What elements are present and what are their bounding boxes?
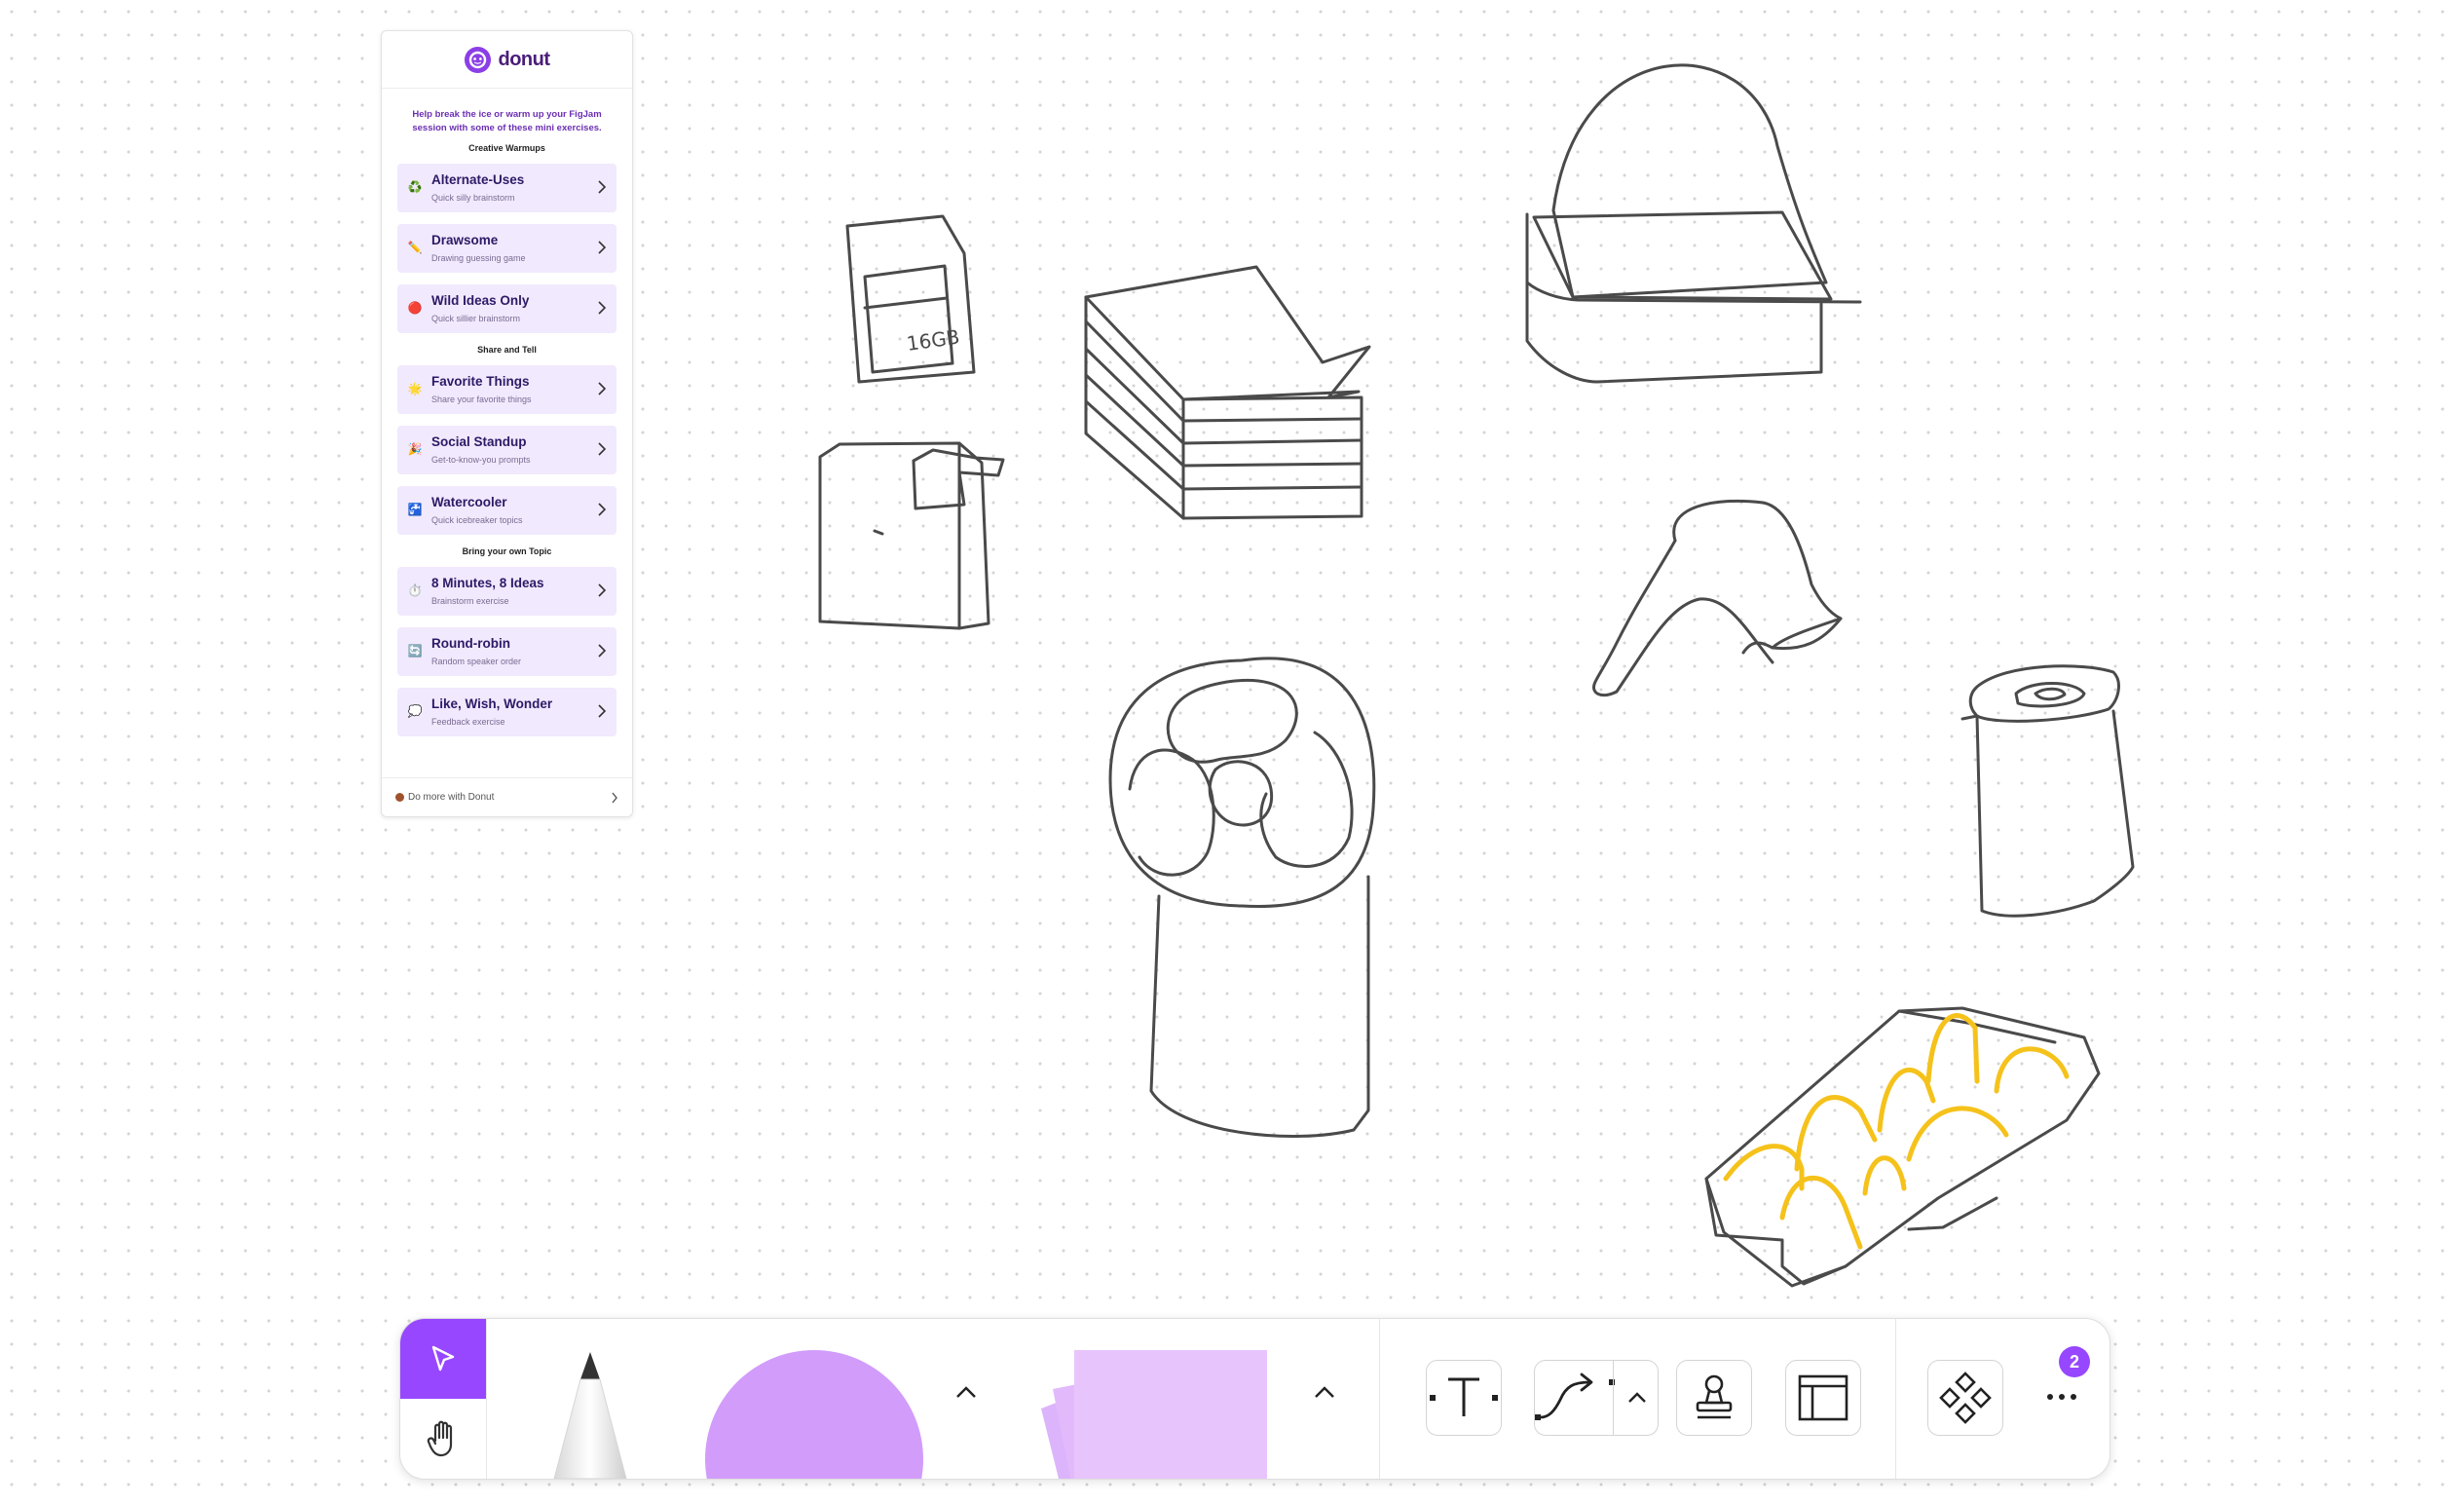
- item-title: Watercooler: [431, 495, 507, 509]
- item-round-robin[interactable]: 🔄 Round-robin Random speaker order: [397, 627, 616, 676]
- connector-arrow-icon: [1535, 1372, 1615, 1420]
- toolbar-divider: [1895, 1319, 1896, 1479]
- section-tool-button[interactable]: [1785, 1360, 1861, 1436]
- hand-icon: [427, 1420, 453, 1457]
- item-subtitle: Quick icebreaker topics: [431, 515, 523, 525]
- section-label: Bring your own Topic: [462, 546, 552, 556]
- connector-tool-button[interactable]: [1534, 1360, 1659, 1436]
- item-subtitle: Get-to-know-you prompts: [431, 455, 531, 465]
- toolbar-divider: [486, 1319, 487, 1479]
- item-alternate-uses[interactable]: ♻️ Alternate-Uses Quick silly brainstorm: [397, 164, 616, 212]
- stamp-tool-button[interactable]: [1676, 1360, 1752, 1436]
- sketch-fan[interactable]: [1108, 657, 1376, 1138]
- sketch-memory-card[interactable]: [845, 214, 976, 384]
- sketch-hair-dryer[interactable]: [1592, 499, 1843, 697]
- sketch-paper-stack[interactable]: [1084, 265, 1371, 520]
- bottom-toolbar: 2: [399, 1318, 2110, 1480]
- whiteboard-canvas: 16GB: [818, 63, 2135, 1288]
- pencil-icon: ✏️: [407, 241, 423, 254]
- sketch-egg-carton[interactable]: [1704, 1006, 2101, 1288]
- item-title: Drawsome: [431, 233, 499, 247]
- item-title: Favorite Things: [431, 374, 530, 389]
- item-like-wish-wonder[interactable]: 💭 Like, Wish, Wonder Feedback exercise: [397, 688, 616, 736]
- chevron-right-icon: [598, 442, 607, 456]
- item-title: Round-robin: [431, 636, 510, 651]
- star-icon: 🌟: [407, 382, 423, 395]
- rotate-icon: 🔄: [407, 644, 423, 658]
- cursor-arrow-icon: [431, 1345, 455, 1372]
- hand-tool-button[interactable]: [400, 1399, 486, 1479]
- item-subtitle: Share your favorite things: [431, 395, 532, 404]
- thought-bubble-icon: 💭: [407, 704, 423, 718]
- components-tool-button[interactable]: [1927, 1360, 2003, 1436]
- item-drawsome[interactable]: ✏️ Drawsome Drawing guessing game: [397, 224, 616, 273]
- donut-brand: donut: [382, 31, 632, 89]
- chevron-up-icon[interactable]: [1626, 1390, 1648, 1406]
- sketch-hat[interactable]: [1525, 63, 1862, 384]
- item-watercooler[interactable]: 🚰 Watercooler Quick icebreaker topics: [397, 486, 616, 535]
- chevron-right-icon: [598, 241, 607, 254]
- chevron-right-icon: [598, 180, 607, 194]
- water-tap-icon: 🚰: [407, 503, 423, 516]
- chevron-right-icon: [598, 503, 607, 516]
- notification-badge: 2: [2059, 1346, 2090, 1377]
- item-title: Wild Ideas Only: [431, 293, 530, 308]
- chevron-right-icon: [598, 644, 607, 658]
- item-subtitle: Quick silly brainstorm: [431, 193, 515, 203]
- item-title: 8 Minutes, 8 Ideas: [431, 576, 544, 590]
- brand-name: donut: [498, 48, 550, 70]
- chevron-right-icon: [598, 382, 607, 395]
- sticky-note-tool[interactable]: [1033, 1350, 1267, 1480]
- chevron-right-icon: [598, 301, 607, 315]
- item-social-standup[interactable]: 🎉 Social Standup Get-to-know-you prompts: [397, 426, 616, 474]
- text-t-icon: [1430, 1377, 1498, 1416]
- donut-logo-icon: [465, 46, 492, 73]
- item-subtitle: Drawing guessing game: [431, 253, 526, 263]
- toolbar-divider: [1379, 1319, 1380, 1479]
- component-diamonds-icon: [1939, 1372, 1992, 1424]
- chevron-up-icon[interactable]: [1312, 1383, 1337, 1401]
- chevron-up-icon[interactable]: [953, 1383, 979, 1401]
- move-tool-button[interactable]: [400, 1319, 486, 1399]
- recycle-icon: ♻️: [407, 180, 423, 194]
- do-more-label: Do more with Donut: [408, 792, 495, 803]
- item-subtitle: Brainstorm exercise: [431, 596, 509, 606]
- chevron-right-icon: [598, 583, 607, 597]
- sketch-paper-towel[interactable]: [1960, 664, 2135, 918]
- chevron-right-icon: [598, 704, 607, 718]
- chevron-right-icon: [612, 792, 617, 803]
- do-more-with-donut-link[interactable]: Do more with Donut: [382, 777, 632, 816]
- text-tool-button[interactable]: [1426, 1360, 1502, 1436]
- item-subtitle: Random speaker order: [431, 657, 522, 666]
- section-frame-icon: [1798, 1374, 1848, 1421]
- item-favorite-things[interactable]: 🌟 Favorite Things Share your favorite th…: [397, 365, 616, 414]
- stopwatch-icon: ⏱️: [407, 583, 423, 597]
- connector-divider: [1613, 1361, 1614, 1435]
- red-circle-icon: 🔴: [407, 301, 423, 315]
- item-8-minutes-8-ideas[interactable]: ⏱️ 8 Minutes, 8 Ideas Brainstorm exercis…: [397, 567, 616, 616]
- sketch-bag[interactable]: [818, 441, 1005, 630]
- section-label: Creative Warmups: [468, 143, 545, 153]
- item-title: Like, Wish, Wonder: [431, 696, 553, 711]
- item-title: Alternate-Uses: [431, 172, 525, 187]
- more-options-icon[interactable]: [2044, 1389, 2083, 1405]
- item-subtitle: Quick sillier brainstorm: [431, 314, 521, 323]
- item-title: Social Standup: [431, 434, 527, 449]
- party-popper-icon: 🎉: [407, 442, 423, 456]
- shape-tool-circle[interactable]: [705, 1350, 923, 1479]
- panel-intro: Help break the ice or warm up your FigJa…: [412, 109, 602, 133]
- donut-panel: donut Help break the ice or warm up your…: [381, 30, 633, 817]
- section-label: Share and Tell: [477, 345, 537, 355]
- marker-pen-tool[interactable]: [546, 1350, 634, 1479]
- item-subtitle: Feedback exercise: [431, 717, 505, 727]
- sketch-label-16gb: 16GB: [905, 325, 960, 356]
- donut-icon: [395, 793, 404, 802]
- item-wild-ideas-only[interactable]: 🔴 Wild Ideas Only Quick sillier brainsto…: [397, 284, 616, 333]
- stamp-icon: [1696, 1374, 1733, 1419]
